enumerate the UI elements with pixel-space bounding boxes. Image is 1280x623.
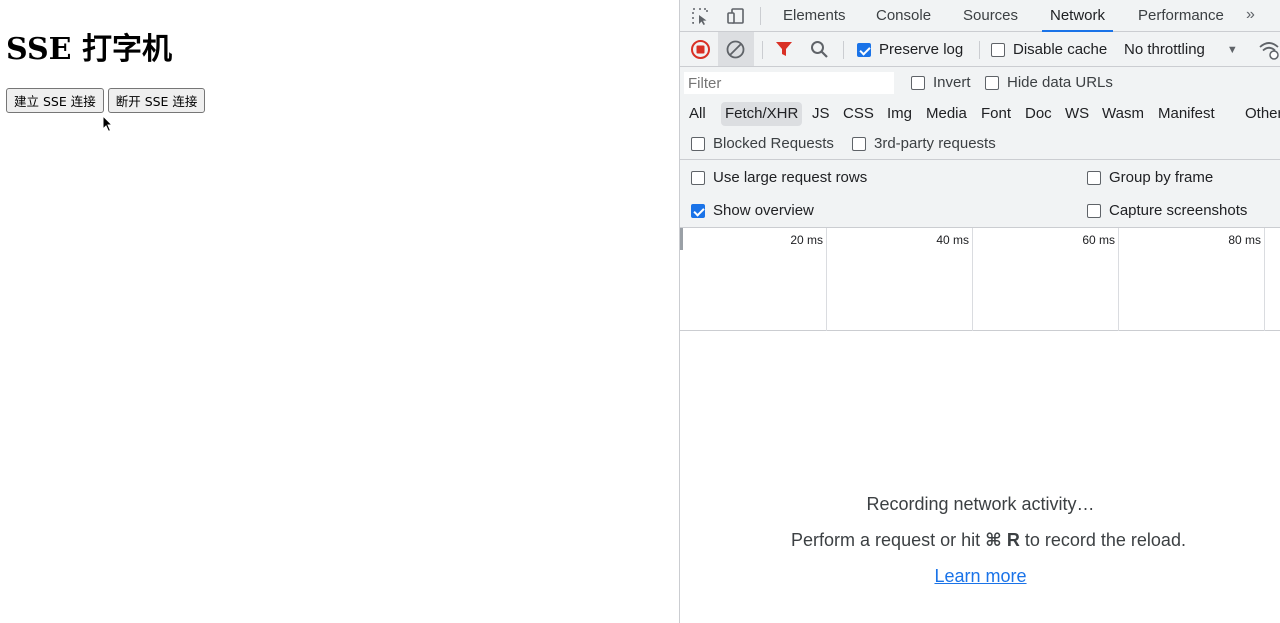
learn-more-link[interactable]: Learn more [680, 566, 1280, 587]
more-tabs-chevron-icon[interactable]: » [1246, 6, 1255, 24]
devtools-panel: Elements Console Sources Network Perform… [679, 0, 1280, 623]
large-rows-label: Use large request rows [713, 169, 868, 186]
disconnect-sse-button[interactable]: 断开 SSE 连接 [107, 88, 206, 113]
reload-hint-suffix: to record the reload. [1024, 530, 1186, 550]
capture-screenshots-check[interactable] [1087, 203, 1101, 218]
settings-row-2: Show overview Capture screenshots [680, 194, 1280, 228]
overview-gridline [1118, 228, 1119, 331]
group-by-frame-check[interactable] [1087, 170, 1101, 185]
blocked-requests-row: Blocked Requests 3rd-party requests [680, 128, 1280, 160]
button-group: 建立 SSE 连接 断开 SSE 连接 [6, 88, 206, 113]
type-all[interactable]: All [685, 102, 710, 126]
blocked-requests-label: Blocked Requests [713, 135, 834, 152]
devtools-tab-strip: Elements Console Sources Network Perform… [680, 0, 1280, 32]
overview-gridline [972, 228, 973, 331]
group-by-frame-label: Group by frame [1109, 169, 1214, 186]
tab-sources[interactable]: Sources [963, 0, 1018, 32]
type-fetch-xhr[interactable]: Fetch/XHR [721, 102, 803, 126]
overview-tick-label: 20 ms [790, 233, 823, 247]
overview-start-marker [680, 228, 683, 250]
overview-tick-label: 80 ms [1228, 233, 1261, 247]
preserve-log-check[interactable] [857, 42, 871, 57]
filter-row: Invert Hide data URLs [680, 67, 1280, 98]
invert-check[interactable] [911, 75, 925, 90]
type-js[interactable]: JS [808, 102, 834, 126]
page-heading: SSE 打字机 [6, 32, 172, 67]
tab-separator [760, 7, 761, 25]
reload-hint-prefix: Perform a request or hit [791, 530, 981, 550]
device-toolbar-icon[interactable] [726, 6, 746, 26]
overview-gridline [1264, 228, 1265, 331]
type-ws[interactable]: WS [1061, 102, 1093, 126]
hide-data-urls-label: Hide data URLs [1007, 74, 1113, 91]
filter-funnel-icon[interactable] [775, 40, 793, 58]
hide-data-urls-check[interactable] [985, 75, 999, 90]
network-empty-state: Recording network activity… Perform a re… [680, 332, 1280, 623]
large-rows-check[interactable] [691, 170, 705, 185]
type-css[interactable]: CSS [839, 102, 878, 126]
toolbar-separator [762, 41, 763, 59]
toolbar-separator [979, 41, 980, 59]
web-page: SSE 打字机 建立 SSE 连接 断开 SSE 连接 [0, 0, 679, 623]
dropdown-arrow-icon: ▼ [1226, 43, 1238, 56]
type-manifest[interactable]: Manifest [1154, 102, 1219, 126]
tab-console[interactable]: Console [876, 0, 931, 32]
tab-network[interactable]: Network [1042, 0, 1114, 32]
settings-row-1: Use large request rows Group by frame [680, 160, 1280, 194]
invert-label: Invert [933, 74, 971, 91]
resource-type-row: All Fetch/XHR JS CSS Img Media Font Doc … [680, 98, 1280, 128]
recording-message: Recording network activity… [866, 494, 1095, 514]
clear-button[interactable] [718, 32, 754, 66]
disable-cache-checkbox[interactable]: Disable cache [991, 41, 1107, 58]
network-toolbar: Preserve log Disable cache No throttling… [680, 32, 1280, 67]
third-party-checkbox[interactable]: 3rd-party requests [852, 135, 996, 152]
toolbar-separator [843, 41, 844, 59]
capture-screenshots-label: Capture screenshots [1109, 202, 1248, 219]
type-img[interactable]: Img [883, 102, 916, 126]
preserve-log-label: Preserve log [879, 41, 964, 58]
overview-tick-label: 60 ms [1082, 233, 1115, 247]
tab-performance[interactable]: Performance [1138, 0, 1224, 32]
throttling-select[interactable]: No throttling ▼ [1124, 41, 1238, 58]
tab-elements[interactable]: Elements [783, 0, 846, 32]
reload-shortcut-key: ⌘ R [985, 530, 1020, 550]
large-rows-checkbox[interactable]: Use large request rows [691, 169, 867, 186]
type-media[interactable]: Media [922, 102, 971, 126]
overview-gridline [826, 228, 827, 331]
blocked-requests-check[interactable] [691, 136, 705, 151]
disable-cache-check[interactable] [991, 42, 1005, 57]
overview-tick-label: 40 ms [936, 233, 969, 247]
network-overview-timeline[interactable]: 20 ms 40 ms 60 ms 80 ms [680, 228, 1280, 331]
show-overview-check[interactable] [691, 203, 705, 218]
third-party-check[interactable] [852, 136, 866, 151]
capture-screenshots-checkbox[interactable]: Capture screenshots [1087, 202, 1247, 219]
third-party-label: 3rd-party requests [874, 135, 996, 152]
mouse-cursor-icon [102, 115, 114, 133]
record-stop-icon[interactable] [690, 39, 711, 60]
clear-icon [726, 40, 745, 59]
preserve-log-checkbox[interactable]: Preserve log [857, 41, 963, 58]
type-wasm[interactable]: Wasm [1098, 102, 1148, 126]
type-doc[interactable]: Doc [1021, 102, 1056, 126]
group-by-frame-checkbox[interactable]: Group by frame [1087, 169, 1213, 186]
network-conditions-wifi-icon[interactable] [1258, 40, 1280, 60]
disable-cache-label: Disable cache [1013, 41, 1108, 58]
inspect-element-icon[interactable] [690, 6, 710, 26]
type-font[interactable]: Font [977, 102, 1015, 126]
show-overview-label: Show overview [713, 202, 814, 219]
filter-input[interactable] [684, 72, 894, 94]
show-overview-checkbox[interactable]: Show overview [691, 202, 814, 219]
invert-checkbox[interactable]: Invert [911, 74, 971, 91]
reload-hint: Perform a request or hit ⌘ R to record t… [688, 530, 1280, 551]
connect-sse-button[interactable]: 建立 SSE 连接 [6, 88, 104, 113]
hide-data-urls-checkbox[interactable]: Hide data URLs [985, 74, 1113, 91]
throttling-value: No throttling [1124, 41, 1205, 58]
type-other[interactable]: Other [1241, 102, 1280, 126]
blocked-requests-checkbox[interactable]: Blocked Requests [691, 135, 834, 152]
search-icon[interactable] [810, 40, 829, 59]
